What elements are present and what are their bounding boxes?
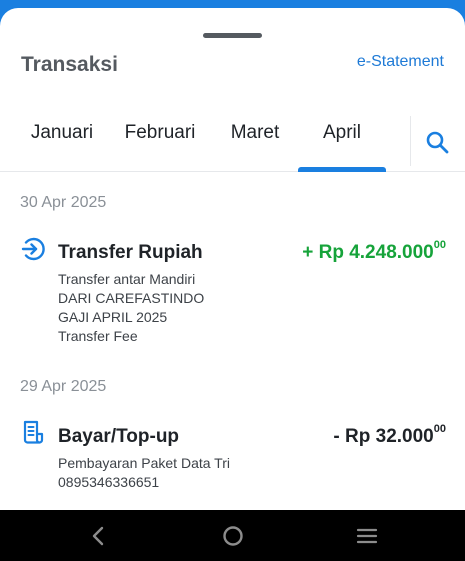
detail-line: Transfer antar Mandiri [58,271,196,287]
detail-line: 0895346336651 [58,474,160,490]
recents-button[interactable] [354,523,380,549]
tab-februari[interactable]: Februari [125,122,196,144]
home-icon [223,526,243,546]
search-button[interactable] [424,129,450,155]
transaction-title: Transfer Rupiah [58,242,203,263]
transaction-amount: - Rp 32.00000 [333,423,446,448]
page-title: Transaksi [21,53,118,76]
transaction-details: Transfer antar Mandiri DARI CAREFASTINDO… [58,270,204,346]
detail-line: DARI CAREFASTINDO [58,290,205,306]
transaction-title: Bayar/Top-up [58,426,180,447]
tab-april[interactable]: April [323,122,361,144]
transaction-sheet: Transaksi e-Statement Januari Februari M… [0,8,465,510]
back-icon [92,526,104,546]
amount-value: + Rp 4.248.000 [302,242,434,263]
system-navigation-bar [0,510,465,561]
date-header: 29 Apr 2025 [20,378,107,395]
home-button[interactable] [220,523,246,549]
tab-maret[interactable]: Maret [231,122,280,144]
recents-icon [356,528,378,544]
tab-divider [410,116,411,166]
amount-value: - Rp 32.000 [333,426,434,447]
amount-cents: 00 [433,239,446,251]
month-tabs: Januari Februari Maret April [0,106,465,172]
back-button[interactable] [86,523,112,549]
amount-cents: 00 [433,423,446,435]
tab-januari[interactable]: Januari [31,122,93,144]
sheet-grabber[interactable] [203,33,262,38]
date-header: 30 Apr 2025 [20,194,107,211]
arrow-right-circle-icon [20,236,46,262]
search-icon [426,131,449,154]
receipt-icon [20,419,46,445]
detail-line: Pembayaran Paket Data Tri [58,455,230,471]
detail-line: GAJI APRIL 2025 [58,309,168,325]
transaction-amount: + Rp 4.248.00000 [302,239,446,264]
detail-line: Transfer Fee [58,328,138,344]
active-tab-indicator [298,167,386,172]
e-statement-link[interactable]: e-Statement [357,53,444,71]
transaction-details: Pembayaran Paket Data Tri 0895346336651 [58,454,230,492]
